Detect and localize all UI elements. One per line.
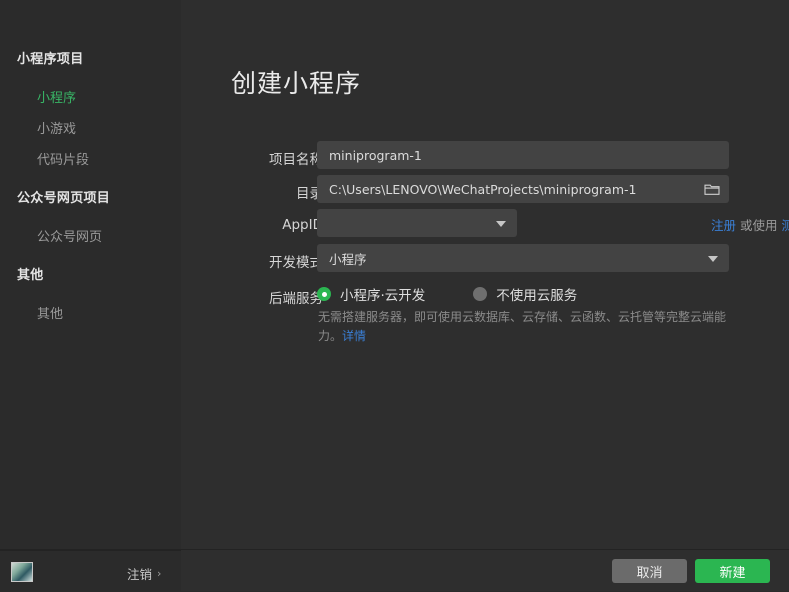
radio-unselected-icon [473,287,487,301]
project-name-input[interactable]: miniprogram-1 [317,141,729,169]
appid-label: AppID [227,217,323,233]
backend-help-body: 无需搭建服务器，即可使用云数据库、云存储、云函数、云托管等完整云端能力。 [318,310,726,343]
chevron-down-icon[interactable] [496,221,506,227]
dev-mode-select[interactable]: 小程序 [317,244,729,272]
backend-service-label: 后端服务 [227,287,323,307]
sidebar: 小程序项目 小程序 小游戏 代码片段 公众号网页项目 公众号网页 其他 其他 [0,0,181,590]
chevron-down-icon[interactable] [708,256,718,262]
cancel-button[interactable]: 取消 [612,559,687,583]
radio-no-cloud-service[interactable]: 不使用云服务 [473,284,577,304]
backend-help-detail-link[interactable]: 详情 [342,329,366,343]
sidebar-item-code-snippet[interactable]: 代码片段 [37,149,89,168]
register-link[interactable]: 注册 [711,215,736,234]
project-name-value: miniprogram-1 [317,148,422,163]
sidebar-item-miniprogram[interactable]: 小程序 [37,87,76,106]
appid-select[interactable] [317,209,517,237]
main-panel: 创建小程序 项目名称 miniprogram-1 目录 C:\Users\LEN… [181,0,789,590]
radio-selected-icon [317,287,331,301]
logout-link[interactable]: 注销 › [127,564,161,583]
sidebar-item-other[interactable]: 其他 [37,303,63,322]
sidebar-item-minigame[interactable]: 小游戏 [37,118,76,137]
avatar[interactable] [11,562,33,582]
dev-mode-value: 小程序 [317,249,367,268]
create-miniprogram-window: 小程序项目 小程序 小游戏 代码片段 公众号网页项目 公众号网页 其他 其他 创… [0,0,789,590]
radio-cloud-development-label: 小程序·云开发 [340,284,425,304]
directory-label: 目录 [227,182,323,202]
sidebar-group-title-miniprogram: 小程序项目 [17,48,84,67]
create-button[interactable]: 新建 [695,559,770,583]
backend-service-help-text: 无需搭建服务器，即可使用云数据库、云存储、云函数、云托管等完整云端能力。详情 [318,308,726,346]
appid-or-text: 或使用 [740,215,778,234]
directory-value: C:\Users\LENOVO\WeChatProjects\miniprogr… [317,182,636,197]
radio-cloud-development[interactable]: 小程序·云开发 [317,284,425,304]
folder-icon[interactable] [703,180,721,198]
sidebar-group-title-other: 其他 [17,264,44,283]
chevron-right-icon: › [157,567,161,580]
footer-sidebar-section: 注销 › [0,550,181,592]
dev-mode-label: 开发模式 [227,251,323,271]
page-title: 创建小程序 [231,64,361,100]
directory-input[interactable]: C:\Users\LENOVO\WeChatProjects\miniprogr… [317,175,729,203]
backend-service-radio-group: 小程序·云开发 不使用云服务 [317,284,577,304]
footer-bar: 注销 › 取消 新建 [0,549,789,591]
project-name-label: 项目名称 [227,148,323,168]
test-account-link[interactable]: 测试号 [782,215,789,234]
sidebar-item-official-account-page[interactable]: 公众号网页 [37,226,102,245]
sidebar-group-title-official-account: 公众号网页项目 [17,187,110,206]
radio-no-cloud-service-label: 不使用云服务 [496,284,577,304]
appid-hint: 注册 或使用 测试号 ? [711,215,789,234]
logout-label: 注销 [127,564,152,583]
